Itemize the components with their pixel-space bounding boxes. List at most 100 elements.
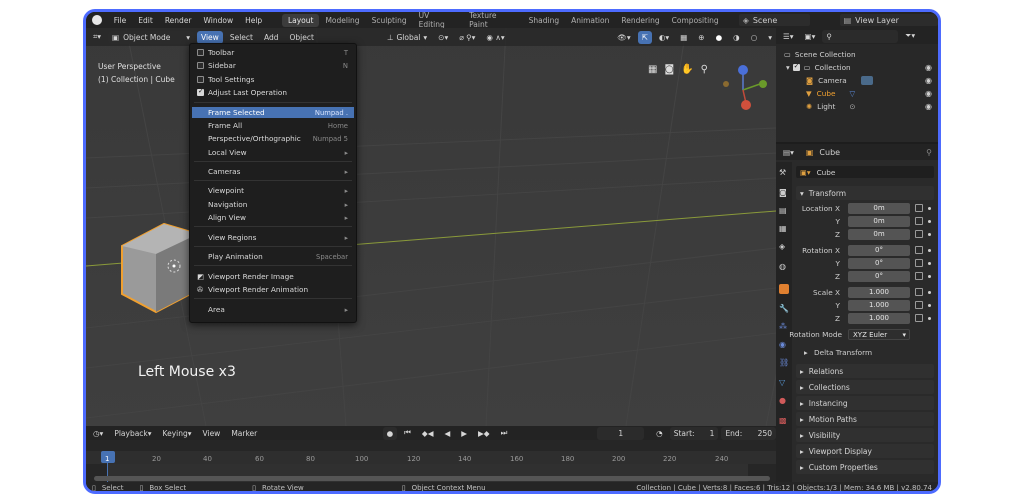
display-mode-button[interactable]: ▣▾: [801, 30, 820, 43]
location-y-field[interactable]: 0m: [848, 216, 910, 227]
end-frame-field[interactable]: End: 250: [721, 426, 776, 440]
menu-item-viewport-render-animation[interactable]: ✇ Viewport Render Animation: [192, 284, 354, 295]
lock-icon[interactable]: [915, 288, 923, 296]
tab-shading[interactable]: Shading: [523, 14, 565, 27]
menu-item-perspective-orthographic[interactable]: Perspective/Orthographic Numpad 5: [192, 133, 354, 144]
render-tab-icon[interactable]: ◙: [779, 188, 789, 198]
lock-icon[interactable]: [915, 272, 923, 280]
pin-icon[interactable]: ⚲: [926, 148, 932, 157]
location-z-field[interactable]: 0m: [848, 229, 910, 240]
visibility-button[interactable]: 👁▾: [613, 31, 634, 44]
checkbox-tool-settings[interactable]: [197, 76, 204, 83]
menu-view[interactable]: View: [197, 30, 223, 44]
menu-item-tool-settings[interactable]: Tool Settings: [192, 74, 354, 85]
properties-editor-type-button[interactable]: ▤▾: [779, 146, 798, 159]
play-button[interactable]: ▶: [457, 427, 471, 440]
keyframe-dot-icon[interactable]: [928, 262, 931, 265]
menu-item-toolbar[interactable]: Toolbar T: [192, 47, 354, 58]
eye-icon[interactable]: ◉: [925, 102, 932, 111]
object-name-field[interactable]: ▣▾ Cube: [796, 166, 934, 178]
menu-file[interactable]: File: [108, 16, 133, 25]
rotation-x-field[interactable]: 0°: [848, 245, 910, 256]
timeline-editor-type-button[interactable]: ◷▾: [89, 427, 107, 440]
constraints-tab-icon[interactable]: ⛓: [779, 358, 789, 368]
keyframe-dot-icon[interactable]: [928, 291, 931, 294]
menu-render[interactable]: Render: [159, 16, 198, 25]
outliner-editor-type-button[interactable]: ☰▾: [779, 30, 798, 43]
proportional-editing-button[interactable]: ◉ ∧▾: [482, 31, 508, 44]
menu-item-viewpoint[interactable]: Viewpoint ▸: [192, 185, 354, 196]
blender-logo-icon[interactable]: [92, 15, 102, 25]
3d-viewport[interactable]: ⌗▾ ▣ Object Mode ▾ View Select Add Objec…: [86, 28, 776, 426]
shading-options-button[interactable]: ▾: [764, 31, 776, 44]
menu-item-frame-selected[interactable]: Frame Selected Numpad .: [192, 107, 354, 118]
menu-item-local-view[interactable]: Local View ▸: [192, 147, 354, 158]
menu-item-adjust-last-operation[interactable]: Adjust Last Operation: [192, 87, 354, 98]
menu-item-navigation[interactable]: Navigation ▸: [192, 199, 354, 210]
outliner-collection[interactable]: ▾ ▭ Collection ◉: [776, 61, 938, 74]
preview-range-icon[interactable]: ◔: [652, 427, 667, 440]
play-reverse-button[interactable]: ◀: [440, 427, 454, 440]
menu-item-cameras[interactable]: Cameras ▸: [192, 166, 354, 177]
rotation-mode-select[interactable]: XYZ Euler ▾: [848, 329, 910, 340]
tab-layout[interactable]: Layout: [281, 13, 320, 27]
object-data-tab-icon[interactable]: ▽: [779, 378, 789, 388]
outliner-item-camera[interactable]: ◙ Camera ◉: [776, 74, 938, 87]
tab-modeling[interactable]: Modeling: [319, 14, 365, 27]
menu-object[interactable]: Object: [285, 31, 317, 44]
menu-item-view-regions[interactable]: View Regions ▸: [192, 232, 354, 243]
panel-relations[interactable]: ▸ Relations: [796, 364, 934, 378]
menu-select[interactable]: Select: [226, 31, 257, 44]
keyframe-dot-icon[interactable]: [928, 317, 931, 320]
shading-solid-button[interactable]: ●: [712, 31, 727, 44]
scale-x-field[interactable]: 1.000: [848, 287, 910, 298]
checkbox-toolbar[interactable]: [197, 49, 204, 56]
scale-y-field[interactable]: 1.000: [848, 300, 910, 311]
prev-keyframe-button[interactable]: ◆◀: [418, 427, 438, 440]
overlays-button[interactable]: ◐▾: [655, 31, 673, 44]
panel-instancing[interactable]: ▸ Instancing: [796, 396, 934, 410]
lock-icon[interactable]: [915, 314, 923, 322]
menu-edit[interactable]: Edit: [132, 16, 159, 25]
keyframe-dot-icon[interactable]: [928, 304, 931, 307]
menu-item-frame-all[interactable]: Frame All Home: [192, 120, 354, 131]
menu-item-area[interactable]: Area ▸: [192, 304, 354, 315]
filter-icon[interactable]: ⏷▾: [901, 30, 919, 43]
collection-checkbox[interactable]: [792, 62, 800, 71]
view-layer-selector[interactable]: ▤ View Layer: [839, 14, 938, 26]
panel-visibility[interactable]: ▸ Visibility: [796, 428, 934, 442]
lock-icon[interactable]: [915, 301, 923, 309]
eye-icon[interactable]: ◉: [925, 89, 932, 98]
next-keyframe-button[interactable]: ▶◆: [474, 427, 494, 440]
editor-type-button[interactable]: ⌗▾: [89, 31, 105, 44]
shading-rendered-button[interactable]: ○: [747, 31, 762, 44]
panel-custom-properties[interactable]: ▸ Custom Properties: [796, 460, 934, 474]
snap-button[interactable]: ⌀ ⚲▾: [455, 31, 479, 44]
panel-collections[interactable]: ▸ Collections: [796, 380, 934, 394]
zoom-icon[interactable]: ⚲: [701, 64, 708, 75]
outliner-item-cube[interactable]: ▼ Cube ▽ ◉: [776, 87, 938, 100]
grid-icon[interactable]: ▦: [648, 64, 657, 75]
rotation-z-field[interactable]: 0°: [848, 271, 910, 282]
lock-icon[interactable]: [915, 217, 923, 225]
eye-icon[interactable]: ◉: [925, 76, 932, 85]
material-tab-icon[interactable]: ●: [779, 396, 789, 406]
mode-selector[interactable]: ▣ Object Mode ▾: [108, 30, 194, 44]
scale-z-field[interactable]: 1.000: [848, 313, 910, 324]
menu-add[interactable]: Add: [260, 31, 283, 44]
gizmo-toggle-button[interactable]: ⇱: [637, 30, 652, 44]
menu-window[interactable]: Window: [198, 16, 240, 25]
menu-help[interactable]: Help: [239, 16, 268, 25]
tool-tab-icon[interactable]: ⚒: [779, 168, 789, 178]
menu-item-align-view[interactable]: Align View ▸: [192, 212, 354, 223]
delta-transform-subpanel[interactable]: ▸ Delta Transform: [804, 348, 872, 357]
menu-item-play-animation[interactable]: Play Animation Spacebar: [192, 251, 354, 262]
timeline-scrollbar[interactable]: [94, 476, 770, 481]
texture-tab-icon[interactable]: ▩: [779, 416, 789, 426]
outliner-scene-collection[interactable]: ▭ Scene Collection: [776, 48, 938, 61]
lock-icon[interactable]: [915, 259, 923, 267]
transform-orientation-selector[interactable]: ⊥ Global ▾: [383, 31, 431, 44]
menu-marker[interactable]: Marker: [227, 427, 261, 440]
menu-keying[interactable]: Keying ▾: [159, 427, 196, 440]
location-x-field[interactable]: 0m: [848, 203, 910, 214]
